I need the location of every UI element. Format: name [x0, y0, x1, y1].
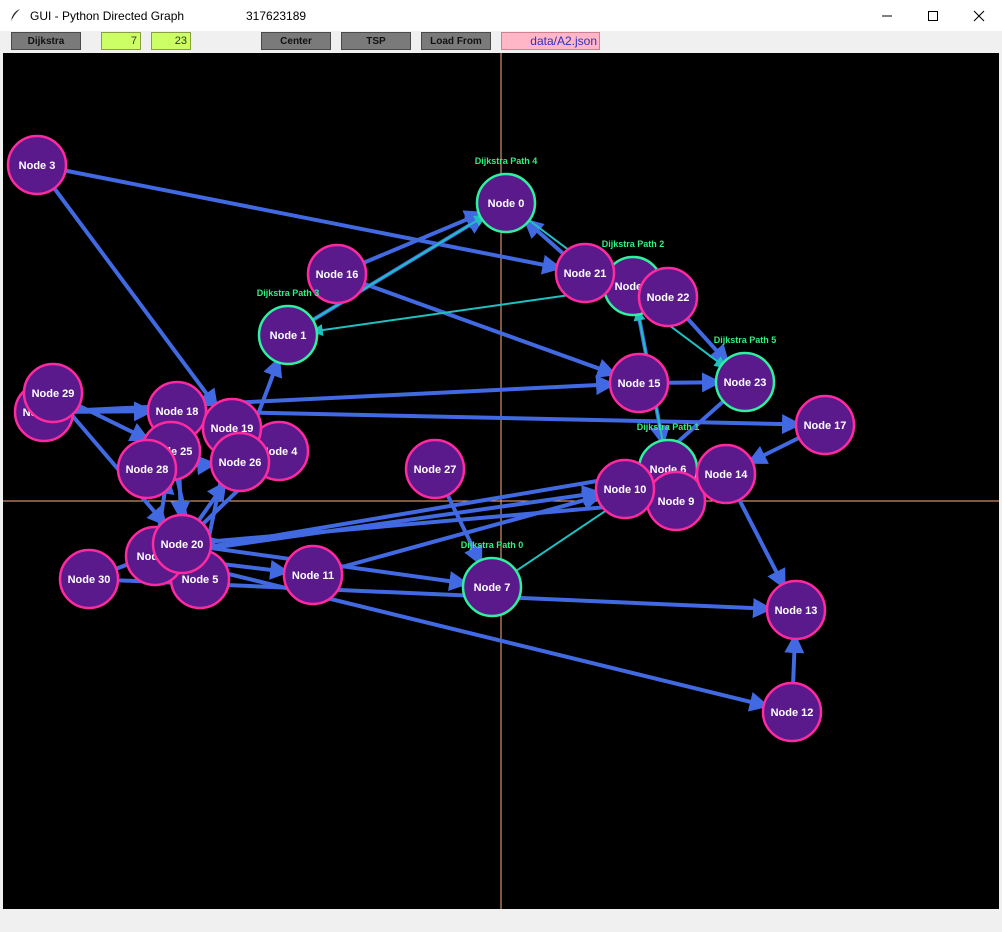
- node-10[interactable]: Node 10: [594, 458, 656, 520]
- node-label: Node 26: [219, 457, 262, 469]
- node-3[interactable]: Node 3: [6, 134, 68, 196]
- node-15[interactable]: Node 15: [608, 352, 670, 414]
- feather-icon: [8, 7, 24, 23]
- node-11[interactable]: Node 11: [282, 544, 344, 606]
- path-label: Dijkstra Path 1: [637, 422, 700, 432]
- window-title: GUI - Python Directed Graph: [30, 9, 185, 23]
- node-label: Node 17: [804, 420, 847, 432]
- node-9[interactable]: Node 9: [645, 470, 707, 532]
- edge-11-10: [312, 490, 604, 577]
- node-13[interactable]: Node 13: [765, 579, 827, 641]
- node-label: Node 20: [161, 539, 204, 551]
- path-label: Dijkstra Path 3: [257, 288, 320, 298]
- node-17[interactable]: Node 17: [794, 394, 856, 456]
- file-path-input[interactable]: data/A2.json: [501, 32, 600, 50]
- node-21[interactable]: Node 21: [554, 242, 616, 304]
- node-label: Node 11: [292, 570, 334, 582]
- node-29[interactable]: Node 29: [22, 362, 84, 424]
- node-label: Node 28: [126, 464, 169, 476]
- window-subtitle: 317623189: [246, 9, 307, 23]
- node-23[interactable]: Node 23: [714, 351, 776, 413]
- node-label: Node 1: [270, 330, 307, 342]
- node-label: Node 9: [658, 496, 695, 508]
- node-label: Node 12: [771, 707, 814, 719]
- dijkstra-button[interactable]: Dijkstra: [11, 32, 81, 50]
- status-bar: [0, 909, 1002, 932]
- edge-24-15: [43, 375, 617, 414]
- path-label: Dijkstra Path 5: [714, 335, 777, 345]
- node-7[interactable]: Node 7: [461, 556, 523, 618]
- graph-drawing: Node 0Node 1Node 2Node 3Node 4Node 5Node…: [3, 53, 999, 909]
- node-label: Node 21: [564, 268, 607, 280]
- source-node-input[interactable]: 7: [101, 32, 141, 50]
- node-27[interactable]: Node 27: [404, 438, 466, 500]
- node-label: Node 16: [316, 269, 359, 281]
- destination-node-input[interactable]: 23: [151, 32, 191, 50]
- minimize-button[interactable]: [864, 0, 910, 31]
- node-label: Node 0: [488, 198, 525, 210]
- node-label: Node 10: [604, 484, 647, 496]
- node-label: Node 7: [474, 582, 511, 594]
- minimize-icon: [882, 15, 892, 16]
- node-0[interactable]: Node 0: [475, 172, 537, 234]
- node-12[interactable]: Node 12: [761, 681, 823, 743]
- graph-canvas[interactable]: Node 0 Node 1 Node 2 Node 3 Node 4 Node 5 Node…: [3, 53, 999, 909]
- node-label: Node 22: [647, 292, 690, 304]
- load-from-button[interactable]: Load From: [421, 32, 491, 50]
- node-22[interactable]: Node 22: [637, 266, 699, 328]
- edge-20-9: [181, 494, 654, 546]
- toolbar: Dijkstra 7 23 Center TSP Load From data/…: [0, 31, 1002, 53]
- node-label: Node 5: [182, 574, 219, 586]
- node-label: Node 29: [32, 388, 75, 400]
- path-label: Dijkstra Path 0: [461, 540, 524, 550]
- title-bar: GUI - Python Directed Graph 317623189: [0, 0, 1002, 32]
- edge-8-10: [154, 485, 603, 558]
- close-button[interactable]: [956, 0, 1002, 31]
- node-14[interactable]: Node 14: [695, 443, 757, 505]
- node-label: Node 3: [19, 160, 56, 172]
- node-label: Node 18: [156, 406, 199, 418]
- node-label: Node 15: [618, 378, 661, 390]
- node-label: Node 13: [775, 605, 818, 617]
- node-30[interactable]: Node 30: [58, 548, 120, 610]
- maximize-icon: [928, 10, 938, 21]
- node-28[interactable]: Node 28: [116, 438, 178, 500]
- tsp-button[interactable]: TSP: [341, 32, 411, 50]
- node-label: Node 30: [68, 574, 111, 586]
- node-20[interactable]: Node 20: [151, 513, 213, 575]
- node-1[interactable]: Node 1: [257, 304, 319, 366]
- close-icon: [973, 10, 985, 21]
- node-label: Node 14: [705, 469, 749, 481]
- maximize-button[interactable]: [910, 0, 956, 31]
- node-label: Node 23: [724, 377, 767, 389]
- center-button[interactable]: Center: [261, 32, 331, 50]
- path-label: Dijkstra Path 4: [475, 156, 538, 166]
- edge-8-12: [154, 554, 771, 712]
- node-26[interactable]: Node 26: [209, 431, 271, 493]
- path-label: Dijkstra Path 2: [602, 239, 665, 249]
- node-label: Node 27: [414, 464, 457, 476]
